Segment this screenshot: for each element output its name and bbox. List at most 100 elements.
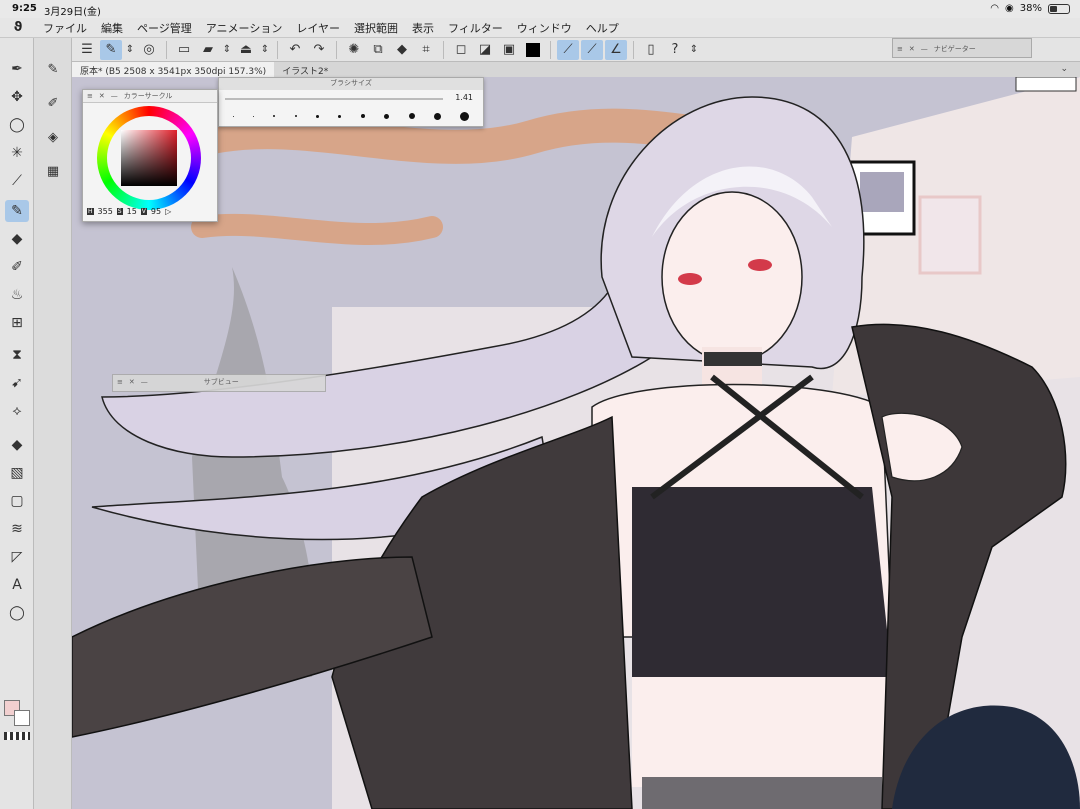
- brush-size-panel: ブラシサイズ 1.41: [218, 77, 484, 127]
- decoration-icon[interactable]: ✐: [5, 256, 29, 278]
- airbrush-icon[interactable]: ♨: [5, 284, 29, 306]
- brush-preset[interactable]: [273, 115, 276, 117]
- saturation-value: 15: [126, 206, 137, 216]
- menu-selection[interactable]: 選択範囲: [347, 20, 405, 36]
- sub-color-swatch[interactable]: [14, 710, 30, 726]
- minimize-icon[interactable]: —: [111, 92, 118, 100]
- drawing-canvas[interactable]: [72, 77, 1080, 809]
- choker: [704, 352, 762, 366]
- brush-icon[interactable]: ⟋: [581, 39, 603, 60]
- layer-icon[interactable]: ◈: [43, 130, 63, 150]
- brush-preset[interactable]: [384, 113, 390, 119]
- pen-icon[interactable]: ✎: [5, 200, 29, 222]
- menu-bar: ϑ ファイル 編集 ページ管理 アニメーション レイヤー 選択範囲 表示 フィル…: [0, 18, 1080, 38]
- quick-access-icon[interactable]: ◎: [138, 40, 160, 60]
- menu-edit[interactable]: 編集: [94, 20, 130, 36]
- chevron-updown-icon[interactable]: ⇕: [259, 40, 271, 60]
- tab-illust2[interactable]: イラスト2*: [274, 62, 336, 77]
- menu-page[interactable]: ページ管理: [130, 20, 199, 36]
- menu-view[interactable]: 表示: [405, 20, 441, 36]
- help-icon[interactable]: ?: [664, 40, 686, 60]
- brush-preset[interactable]: [360, 114, 365, 118]
- tool-property-icon[interactable]: ✐: [43, 96, 63, 116]
- brush-preset[interactable]: [232, 115, 234, 117]
- app-logo-icon[interactable]: ϑ: [0, 20, 36, 35]
- saturation-value-square[interactable]: [121, 130, 177, 186]
- loading-icon[interactable]: ✺: [343, 40, 365, 60]
- color-black-icon[interactable]: [522, 40, 544, 60]
- brush-preset[interactable]: [408, 113, 415, 119]
- smartphone-icon[interactable]: ▯: [640, 40, 662, 60]
- menu-layer[interactable]: レイヤー: [289, 20, 347, 36]
- stabilizer-icon[interactable]: ⟋: [557, 39, 579, 60]
- eraser-icon[interactable]: ◆: [5, 228, 29, 250]
- menu-help[interactable]: ヘルプ: [579, 20, 626, 36]
- close-icon[interactable]: ✕: [99, 92, 105, 100]
- gradient-icon[interactable]: ▧: [5, 462, 29, 484]
- figure-icon[interactable]: ⟡: [5, 400, 29, 422]
- redo-icon[interactable]: ↷: [308, 40, 330, 60]
- minimize-icon[interactable]: —: [141, 378, 148, 386]
- clear-icon[interactable]: ⧉: [367, 40, 389, 60]
- minimize-icon[interactable]: —: [921, 45, 928, 53]
- eyedropper-icon[interactable]: ⟋: [5, 170, 29, 192]
- magic-wand-icon[interactable]: ✳: [5, 142, 29, 164]
- menu-window[interactable]: ウィンドウ: [510, 20, 579, 36]
- brush-size-value[interactable]: 1.41: [455, 93, 473, 102]
- color-wheel[interactable]: [97, 106, 201, 210]
- hsv-values: H 355 S 15 V 95 ▷: [87, 205, 213, 217]
- panel-menu-icon[interactable]: ≡: [897, 45, 903, 53]
- ruler-grid-icon[interactable]: ⊞: [5, 312, 29, 334]
- brush-preset[interactable]: [460, 111, 470, 121]
- hamburger-menu-icon[interactable]: ☰: [76, 40, 98, 60]
- menu-filter[interactable]: フィルター: [441, 20, 510, 36]
- text-icon[interactable]: A: [5, 574, 29, 596]
- deselect-icon[interactable]: ◻: [450, 40, 472, 60]
- brush-preset[interactable]: [338, 114, 342, 118]
- new-file-icon[interactable]: ▭: [173, 40, 195, 60]
- blend-icon[interactable]: ⧗: [5, 344, 29, 366]
- brush-preset[interactable]: [316, 114, 320, 118]
- menu-file[interactable]: ファイル: [36, 20, 94, 36]
- close-icon[interactable]: ✕: [129, 378, 135, 386]
- rectangle-icon[interactable]: ▢: [5, 490, 29, 512]
- close-icon[interactable]: ✕: [909, 45, 915, 53]
- play-icon[interactable]: ▷: [165, 207, 171, 216]
- material-icon[interactable]: ▦: [43, 164, 63, 184]
- brush-size-presets: [223, 108, 479, 124]
- document-tabs: 原本* (B5 2508 x 3541px 350dpi 157.3%) イラス…: [72, 62, 1080, 77]
- navigator-panel: ≡ ✕ — ナビゲーター: [892, 38, 1032, 58]
- menu-animation[interactable]: アニメーション: [199, 20, 290, 36]
- midriff: [632, 677, 892, 787]
- panel-menu-icon[interactable]: ≡: [117, 378, 123, 386]
- invert-selection-icon[interactable]: ◪: [474, 40, 496, 60]
- undo-icon[interactable]: ↶: [284, 40, 306, 60]
- chevron-updown-icon[interactable]: ⇕: [124, 40, 136, 60]
- chevron-down-icon[interactable]: ⌄: [1060, 64, 1068, 74]
- lasso-icon[interactable]: ◯: [5, 114, 29, 136]
- panel-menu-icon[interactable]: ≡: [87, 92, 93, 100]
- line-icon[interactable]: ◸: [5, 546, 29, 568]
- pen-tool-icon[interactable]: ✒: [5, 58, 29, 80]
- brush-preset[interactable]: [433, 112, 441, 120]
- chevron-updown-icon[interactable]: ⇕: [688, 40, 700, 60]
- object-icon[interactable]: ➹: [5, 372, 29, 394]
- ruler-icon[interactable]: ∠: [605, 39, 627, 60]
- fill-icon[interactable]: ◆: [391, 40, 413, 60]
- move-layer-icon[interactable]: ✥: [5, 86, 29, 108]
- chevron-updown-icon[interactable]: ⇕: [221, 40, 233, 60]
- tab-original[interactable]: 原本* (B5 2508 x 3541px 350dpi 157.3%): [72, 62, 275, 77]
- save-icon[interactable]: ⏏: [235, 40, 257, 60]
- select-all-icon[interactable]: ▣: [498, 40, 520, 60]
- transparent-color-swatch[interactable]: [4, 732, 30, 740]
- fill-icon[interactable]: ◆: [5, 434, 29, 456]
- pen-pressure-icon[interactable]: ✎: [100, 39, 122, 60]
- brush-preset[interactable]: [253, 115, 255, 117]
- balloon-icon[interactable]: ◯: [5, 602, 29, 624]
- brush-size-slider[interactable]: [225, 98, 443, 100]
- frame-icon[interactable]: ≋: [5, 518, 29, 540]
- brush-preset[interactable]: [294, 115, 297, 117]
- transform-icon[interactable]: ⌗: [415, 40, 437, 60]
- sub-tool-icon[interactable]: ✎: [43, 62, 63, 82]
- open-folder-icon[interactable]: ▰: [197, 40, 219, 60]
